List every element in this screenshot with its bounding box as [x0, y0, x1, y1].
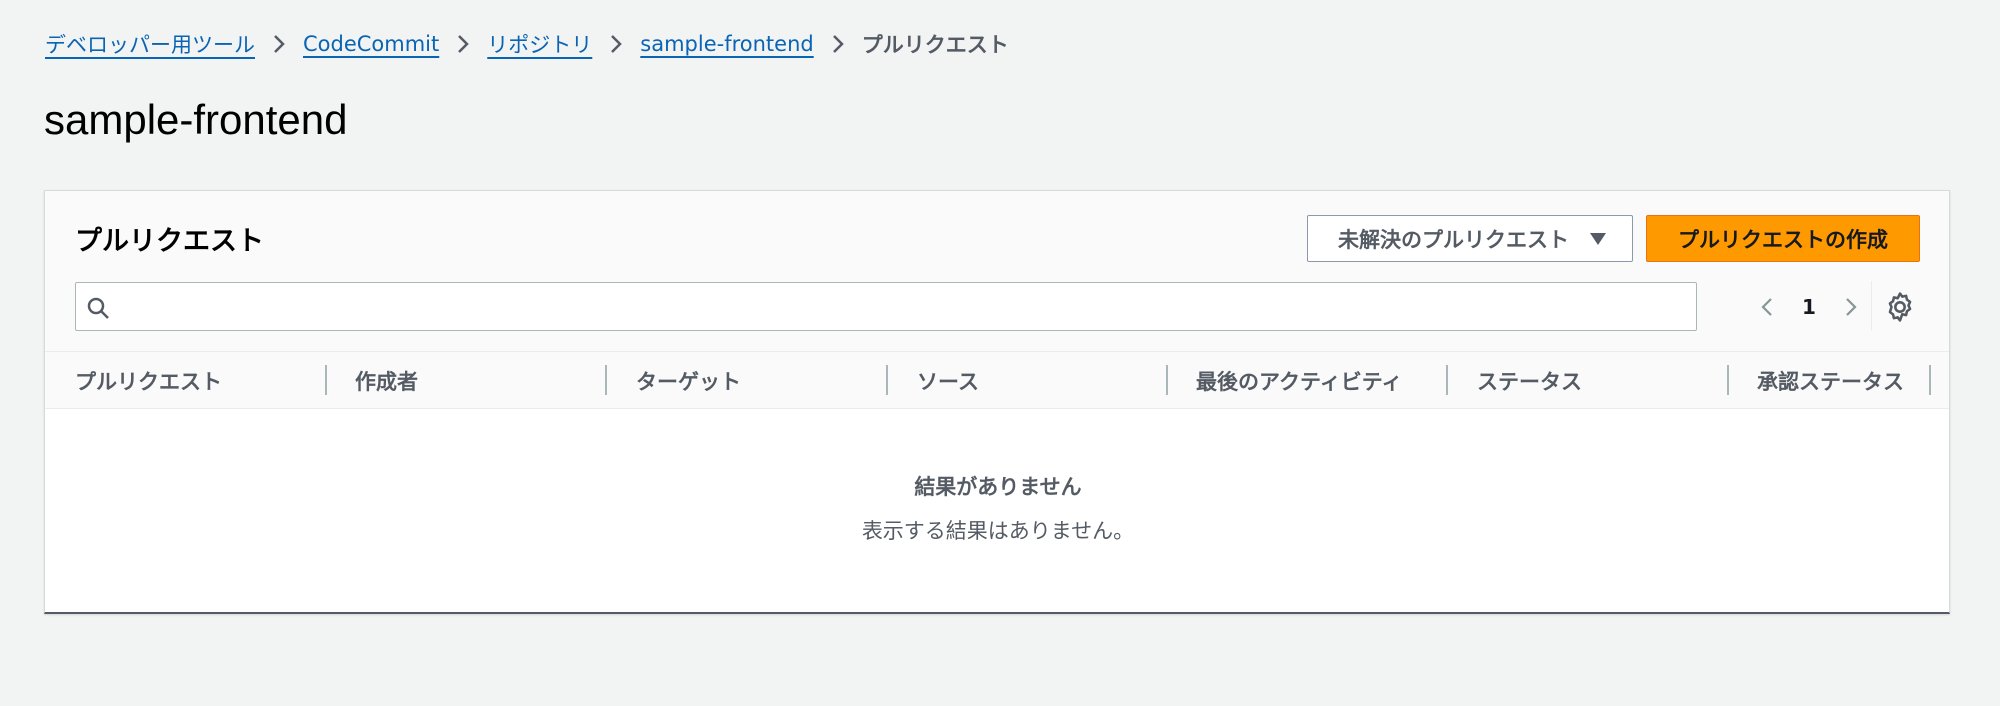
chevron-left-icon	[1761, 298, 1772, 316]
column-status[interactable]: ステータス	[1477, 352, 1582, 409]
empty-state-title: 結果がありません	[914, 475, 1082, 499]
empty-state-description: 表示する結果はありません。	[861, 519, 1135, 543]
divider	[1871, 281, 1872, 331]
gear-icon[interactable]	[1883, 290, 1917, 324]
column-divider	[605, 365, 607, 395]
breadcrumb-repository[interactable]: sample-frontend	[640, 32, 813, 56]
breadcrumb-developer-tools[interactable]: デベロッパー用ツール	[45, 29, 255, 59]
column-divider	[1446, 365, 1448, 395]
next-page-button[interactable]	[1829, 285, 1873, 329]
chevron-right-icon	[814, 28, 862, 60]
breadcrumb: デベロッパー用ツール CodeCommit リポジトリ sample-front…	[45, 28, 1009, 60]
table-header: プルリクエスト 作成者 ターゲット ソース 最後のアクティビティ ステータス 承…	[45, 351, 1949, 409]
section-title: プルリクエスト	[75, 226, 264, 257]
status-filter-value: 未解決のプルリクエスト	[1338, 227, 1569, 252]
column-approval-status[interactable]: 承認ステータス	[1757, 352, 1904, 409]
breadcrumb-codecommit[interactable]: CodeCommit	[303, 32, 439, 56]
chevron-right-icon	[255, 28, 303, 60]
column-divider	[1929, 365, 1931, 395]
page: デベロッパー用ツール CodeCommit リポジトリ sample-front…	[0, 0, 2000, 706]
chevron-right-icon	[1846, 298, 1857, 316]
column-pull-request[interactable]: プルリクエスト	[75, 352, 222, 409]
previous-page-button[interactable]	[1745, 285, 1789, 329]
column-divider	[325, 365, 327, 395]
column-target[interactable]: ターゲット	[636, 352, 741, 409]
column-divider	[886, 365, 888, 395]
pagination: 1	[1745, 283, 1873, 331]
panel-header: プルリクエスト 未解決のプルリクエスト プルリクエストの作成 1	[45, 191, 1949, 351]
create-pull-request-button[interactable]: プルリクエストの作成	[1646, 215, 1920, 262]
search-field	[75, 282, 1697, 331]
current-page[interactable]: 1	[1789, 295, 1829, 319]
breadcrumb-current: プルリクエスト	[861, 33, 1009, 57]
search-input[interactable]	[122, 283, 1682, 330]
status-filter-dropdown[interactable]: 未解決のプルリクエスト	[1307, 215, 1633, 262]
chevron-right-icon	[439, 28, 487, 60]
chevron-right-icon	[592, 28, 640, 60]
pull-requests-panel: プルリクエスト 未解決のプルリクエスト プルリクエストの作成 1 プルリクエスト…	[44, 190, 1950, 614]
search-icon	[87, 297, 109, 319]
column-divider	[1727, 365, 1729, 395]
column-last-activity[interactable]: 最後のアクティビティ	[1196, 352, 1402, 409]
column-source[interactable]: ソース	[917, 352, 979, 409]
page-title: sample-frontend	[44, 96, 348, 143]
column-author[interactable]: 作成者	[355, 352, 418, 409]
column-divider	[1166, 365, 1168, 395]
breadcrumb-repositories[interactable]: リポジトリ	[487, 29, 592, 59]
caret-down-icon	[1590, 233, 1606, 245]
